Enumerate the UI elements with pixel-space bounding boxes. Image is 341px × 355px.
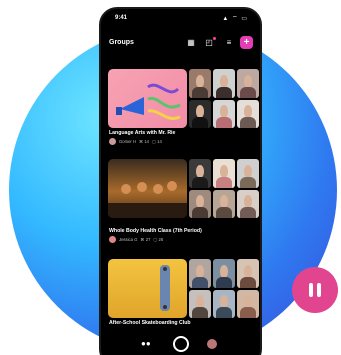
- group-cover-image: [108, 159, 187, 218]
- group-title: After-School Skateboarding Club: [109, 320, 191, 326]
- record-button[interactable]: [173, 336, 189, 352]
- owner-name: Jessica G: [119, 237, 138, 242]
- status-time: 9:41: [115, 15, 128, 21]
- group-card[interactable]: Language Arts with Mr. Rie Gomer H ⌘ 14 …: [108, 69, 259, 147]
- owner-name: Gomer H: [119, 139, 136, 144]
- stat-two: ▢ 14: [152, 139, 162, 144]
- notification-dot: [213, 37, 216, 40]
- profile-avatar[interactable]: [207, 339, 217, 349]
- avatar: [109, 138, 116, 145]
- pause-icon: [317, 283, 321, 297]
- group-title: Whole Body Health Class (7th Period): [109, 228, 202, 234]
- stat-one: ⌘ 14: [139, 139, 150, 144]
- pause-icon: [309, 283, 313, 297]
- member-grid: [189, 69, 259, 128]
- group-cover-image: [108, 259, 187, 318]
- member-grid: [189, 259, 259, 318]
- pause-button[interactable]: [292, 267, 338, 313]
- group-card[interactable]: After-School Skateboarding Club: [108, 259, 259, 329]
- member-grid: [189, 159, 259, 218]
- group-meta: Jessica G ⌘ 27 ▢ 26: [109, 236, 163, 243]
- stat-one: ⌘ 27: [140, 237, 151, 242]
- groups-header: Groups ▦ ◰ ≡ +: [101, 35, 260, 55]
- filter-icon[interactable]: ≡: [224, 38, 234, 48]
- group-meta: Gomer H ⌘ 14 ▢ 14: [109, 138, 162, 145]
- add-group-button[interactable]: +: [240, 36, 253, 49]
- bottom-nav: ●●: [101, 329, 260, 355]
- qr-icon[interactable]: ▦: [186, 38, 196, 48]
- group-title: Language Arts with Mr. Rie: [109, 130, 176, 136]
- groups-tab-icon[interactable]: ●●: [141, 339, 151, 348]
- group-card[interactable]: Whole Body Health Class (7th Period) Jes…: [108, 159, 259, 245]
- megaphone-illustration: [116, 83, 181, 120]
- status-icons: ▲ ⌔ ▭: [222, 16, 248, 22]
- page-title: Groups: [109, 39, 134, 46]
- screen: 9:41 ▲ ⌔ ▭ Groups ▦ ◰ ≡ + Language Arts …: [0, 0, 341, 355]
- yoga-class-illustration: [108, 181, 187, 218]
- phone-frame: 9:41 ▲ ⌔ ▭ Groups ▦ ◰ ≡ + Language Arts …: [99, 7, 262, 355]
- status-bar: 9:41 ▲ ⌔ ▭: [101, 9, 260, 27]
- group-cover-image: [108, 69, 187, 128]
- avatar: [109, 236, 116, 243]
- stat-two: ▢ 26: [153, 237, 164, 242]
- skateboard-illustration: [160, 265, 170, 311]
